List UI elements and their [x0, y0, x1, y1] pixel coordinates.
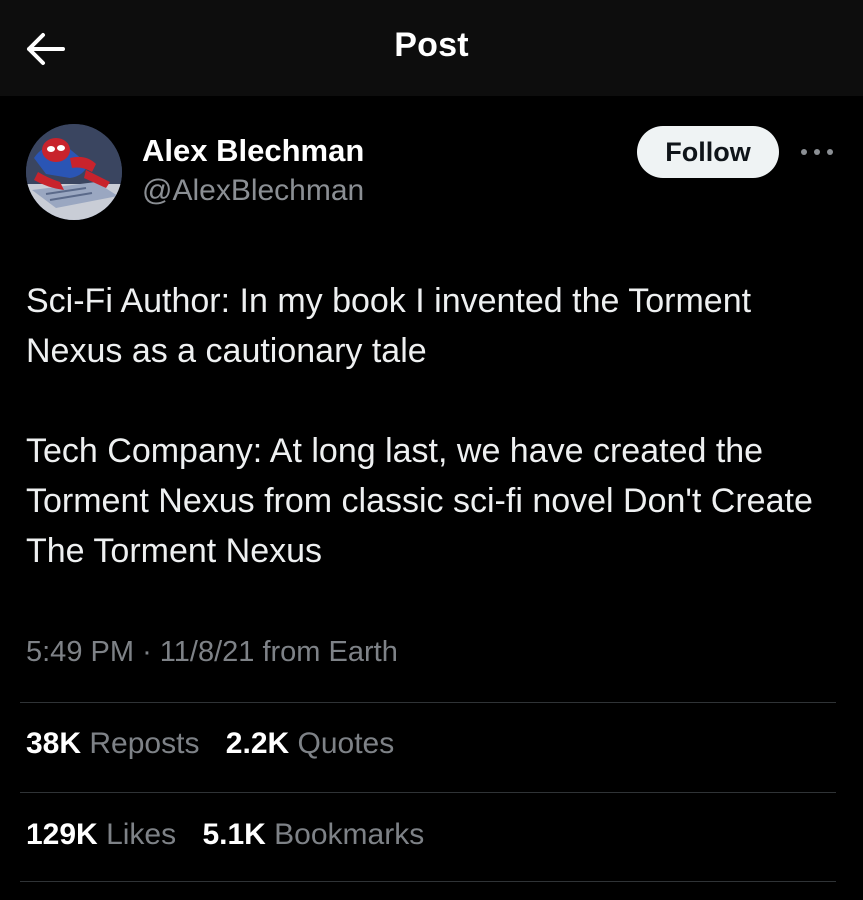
bookmarks-stat[interactable]: 5.1K Bookmarks [202, 818, 424, 852]
reposts-count: 38K [26, 727, 82, 760]
stats-row-likes-bookmarks: 129K Likes 5.1K Bookmarks [26, 818, 442, 852]
author-name[interactable]: Alex Blechman [142, 133, 364, 169]
more-options-button[interactable] [797, 138, 837, 166]
stats-row-reposts-quotes: 38K Reposts 2.2K Quotes [26, 727, 412, 761]
avatar[interactable] [26, 124, 122, 220]
divider [20, 792, 836, 793]
likes-count: 129K [26, 818, 98, 851]
tweet-time[interactable]: 5:49 PM [26, 636, 134, 668]
follow-button[interactable]: Follow [637, 126, 779, 178]
likes-stat[interactable]: 129K Likes [26, 818, 176, 852]
page-title: Post [394, 26, 469, 64]
top-bar: Post [0, 0, 863, 96]
bookmarks-label: Bookmarks [274, 818, 425, 851]
bookmarks-count: 5.1K [202, 818, 266, 851]
tweet-meta: 5:49 PM · 11/8/21 from Earth [26, 636, 398, 669]
quotes-count: 2.2K [225, 727, 290, 760]
quotes-label: Quotes [297, 727, 395, 760]
likes-label: Likes [106, 818, 177, 851]
spiderman-avatar-icon [26, 124, 122, 220]
tweet-text: Sci-Fi Author: In my book I invented the… [26, 276, 846, 576]
reposts-label: Reposts [89, 727, 200, 760]
divider [20, 702, 836, 703]
reposts-stat[interactable]: 38K Reposts [26, 727, 199, 761]
tweet-date[interactable]: 11/8/21 [160, 636, 255, 668]
tweet-paragraph-1: Sci-Fi Author: In my book I invented the… [26, 282, 752, 370]
author-handle[interactable]: @AlexBlechman [142, 174, 364, 208]
more-horizontal-icon [801, 149, 833, 155]
meta-separator: · [142, 636, 152, 668]
divider [20, 881, 836, 882]
tweet-paragraph-2: Tech Company: At long last, we have crea… [26, 432, 813, 570]
tweet-location: from Earth [262, 636, 398, 668]
quotes-stat[interactable]: 2.2K Quotes [226, 727, 394, 761]
